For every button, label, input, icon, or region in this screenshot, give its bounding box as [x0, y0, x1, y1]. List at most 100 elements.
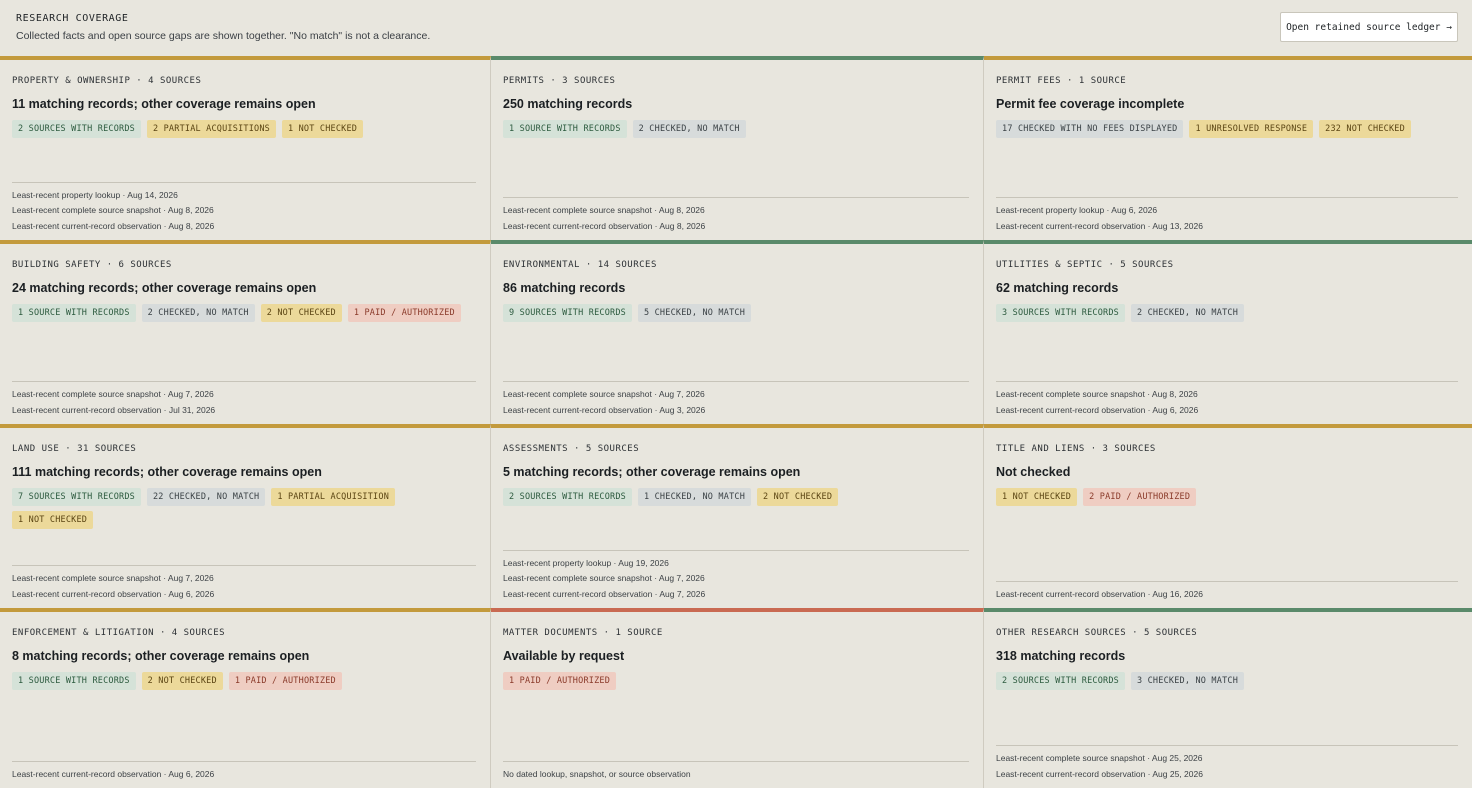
status-chip: 1 CHECKED, NO MATCH — [637, 488, 752, 506]
freshness-line: Least-recent complete source snapshot · … — [503, 389, 705, 399]
card-heading: UTILITIES & SEPTIC · 5 SOURCES — [996, 260, 1174, 270]
coverage-card-land-use[interactable]: LAND USE · 31 SOURCES 111 matching record… — [0, 424, 491, 608]
card-title: 86 matching records — [503, 281, 626, 295]
card-title: Not checked — [996, 465, 1071, 479]
card-heading: ENVIRONMENTAL · 14 SOURCES — [503, 260, 657, 270]
freshness-line: Least-recent current-record observation … — [996, 404, 1199, 415]
freshness-line: Least-recent current-record observation … — [996, 768, 1203, 779]
card-heading: TITLE AND LIENS · 3 SOURCES — [996, 444, 1156, 454]
status-chip: 17 CHECKED WITH NO FEES DISPLAYED — [996, 120, 1184, 138]
coverage-card-environmental[interactable]: ENVIRONMENTAL · 14 SOURCES 86 matching re… — [491, 240, 984, 424]
coverage-card-permits[interactable]: PERMITS · 3 SOURCES 250 matching records 1… — [491, 56, 984, 240]
freshness-line: Least-recent current-record observation … — [12, 404, 216, 415]
card-title: 318 matching records — [996, 649, 1126, 663]
freshness-line: Least-recent complete source snapshot · … — [12, 573, 214, 583]
freshness-line: Least-recent current-record observation … — [12, 220, 215, 231]
status-chip-list: 7 SOURCES WITH RECORDS 22 CHECKED, NO MAT… — [12, 488, 476, 529]
status-chip: 1 SOURCE WITH RECORDS — [12, 304, 136, 322]
card-title: 11 matching records; other coverage rema… — [12, 97, 316, 111]
freshness-line: Least-recent current-record observation … — [996, 220, 1203, 231]
status-chip-list: 1 SOURCE WITH RECORDS 2 CHECKED, NO MATCH… — [12, 304, 476, 322]
card-footer: Least-recent complete source snapshot · … — [12, 381, 476, 418]
card-heading: ASSESSMENTS · 5 SOURCES — [503, 444, 640, 454]
status-chip: 2 NOT CHECKED — [757, 488, 839, 506]
coverage-card-utilities-and-septic[interactable]: UTILITIES & SEPTIC · 5 SOURCES 62 matchin… — [984, 240, 1472, 424]
status-chip: 3 SOURCES WITH RECORDS — [996, 304, 1125, 322]
card-footer: Least-recent complete source snapshot · … — [996, 745, 1458, 782]
status-chip-list: 1 SOURCE WITH RECORDS 2 CHECKED, NO MATCH — [503, 120, 969, 138]
card-footer: No dated lookup, snapshot, or source obs… — [503, 760, 969, 783]
status-chip: 1 PAID / AUTHORIZED — [347, 304, 461, 322]
status-chip: 232 NOT CHECKED — [1319, 120, 1411, 138]
freshness-line: Least-recent current-record observation … — [12, 768, 215, 779]
card-heading: OTHER RESEARCH SOURCES · 5 SOURCES — [996, 628, 1198, 638]
open-source-ledger-button[interactable]: Open retained source ledger → — [1280, 12, 1458, 42]
status-chip-list: 9 SOURCES WITH RECORDS 5 CHECKED, NO MATC… — [503, 304, 969, 322]
status-chip: 1 NOT CHECKED — [281, 120, 364, 138]
coverage-card-permit-fees[interactable]: PERMIT FEES · 1 SOURCE Permit fee coverag… — [984, 56, 1472, 240]
card-title: 62 matching records — [996, 281, 1119, 295]
card-footer: Least-recent complete source snapshot · … — [996, 381, 1458, 418]
freshness-line: No dated lookup, snapshot, or source obs… — [503, 768, 691, 779]
card-heading: PROPERTY & OWNERSHIP · 4 SOURCES — [12, 76, 202, 86]
status-chip: 1 SOURCE WITH RECORDS — [503, 120, 627, 138]
coverage-card-assessments[interactable]: ASSESSMENTS · 5 SOURCES 5 matching record… — [491, 424, 984, 608]
status-chip: 1 PARTIAL ACQUISITION — [271, 488, 396, 506]
page-title: RESEARCH COVERAGE — [16, 13, 129, 24]
status-chip: 2 NOT CHECKED — [141, 672, 223, 690]
coverage-card-other-research-sources[interactable]: OTHER RESEARCH SOURCES · 5 SOURCES 318 ma… — [984, 608, 1472, 788]
coverage-card-title-and-liens[interactable]: TITLE AND LIENS · 3 SOURCES Not checked 1 … — [984, 424, 1472, 608]
freshness-line: Least-recent property lookup · Aug 6, 20… — [996, 205, 1158, 215]
status-chip: 2 CHECKED, NO MATCH — [1130, 304, 1245, 322]
card-title: 5 matching records; other coverage remai… — [503, 465, 801, 479]
card-footer: Least-recent complete source snapshot · … — [503, 381, 969, 418]
status-chip: 1 NOT CHECKED — [996, 488, 1078, 506]
freshness-line: Least-recent complete source snapshot · … — [996, 753, 1203, 763]
card-footer: Least-recent property lookup · Aug 14, 2… — [12, 181, 476, 235]
status-chip: 1 UNRESOLVED RESPONSE — [1189, 120, 1314, 138]
status-chip-list: 1 SOURCE WITH RECORDS 2 NOT CHECKED 1 PAID… — [12, 672, 476, 690]
status-chip: 2 NOT CHECKED — [260, 304, 342, 322]
card-heading: BUILDING SAFETY · 6 SOURCES — [12, 260, 172, 270]
card-title: Available by request — [503, 649, 625, 663]
card-title: Permit fee coverage incomplete — [996, 97, 1185, 111]
status-chip: 2 PARTIAL ACQUISITIONS — [146, 120, 276, 138]
status-chip-list: 17 CHECKED WITH NO FEES DISPLAYED 1 UNRES… — [996, 120, 1458, 138]
freshness-line: Least-recent complete source snapshot · … — [503, 205, 705, 215]
card-heading: LAND USE · 31 SOURCES — [12, 444, 137, 454]
coverage-card-enforcement-and-litigation[interactable]: ENFORCEMENT & LITIGATION · 4 SOURCES 8 ma… — [0, 608, 491, 788]
status-chip: 2 SOURCES WITH RECORDS — [503, 488, 632, 506]
freshness-line: Least-recent property lookup · Aug 19, 2… — [503, 557, 669, 568]
status-chip: 2 CHECKED, NO MATCH — [632, 120, 746, 138]
status-chip: 3 CHECKED, NO MATCH — [1130, 672, 1245, 690]
freshness-line: Least-recent complete source snapshot · … — [503, 573, 705, 583]
coverage-card-building-safety[interactable]: BUILDING SAFETY · 6 SOURCES 24 matching r… — [0, 240, 491, 424]
coverage-card-matter-documents[interactable]: MATTER DOCUMENTS · 1 SOURCE Available by … — [491, 608, 984, 788]
status-chip: 2 PAID / AUTHORIZED — [1083, 488, 1197, 506]
status-chip-list: 2 SOURCES WITH RECORDS 2 PARTIAL ACQUISIT… — [12, 120, 476, 138]
status-chip: 1 PAID / AUTHORIZED — [228, 672, 342, 690]
freshness-line: Least-recent property lookup · Aug 14, 2… — [12, 189, 178, 200]
card-footer: Least-recent property lookup · Aug 19, 2… — [503, 549, 969, 603]
card-heading: MATTER DOCUMENTS · 1 SOURCE — [503, 628, 663, 638]
status-chip: 1 PAID / AUTHORIZED — [503, 672, 617, 690]
freshness-line: Least-recent current-record observation … — [996, 588, 1203, 599]
coverage-grid: PROPERTY & OWNERSHIP · 4 SOURCES 11 match… — [0, 56, 1472, 788]
card-title: 24 matching records; other coverage rema… — [12, 281, 317, 295]
status-chip: 2 SOURCES WITH RECORDS — [996, 672, 1125, 690]
coverage-card-property-and-ownership[interactable]: PROPERTY & OWNERSHIP · 4 SOURCES 11 match… — [0, 56, 491, 240]
card-footer: Least-recent current-record observation … — [996, 580, 1458, 603]
card-heading: PERMIT FEES · 1 SOURCE — [996, 76, 1127, 86]
card-footer: Least-recent property lookup · Aug 6, 20… — [996, 197, 1458, 234]
card-footer: Least-recent complete source snapshot · … — [503, 197, 969, 234]
card-title: 8 matching records; other coverage remai… — [12, 649, 310, 663]
status-chip: 1 NOT CHECKED — [12, 511, 94, 529]
status-chip-list: 1 NOT CHECKED 2 PAID / AUTHORIZED — [996, 488, 1458, 506]
status-chip: 1 SOURCE WITH RECORDS — [12, 672, 136, 690]
status-chip-list: 1 PAID / AUTHORIZED — [503, 672, 969, 690]
card-footer: Least-recent current-record observation … — [12, 760, 476, 783]
coverage-header: RESEARCH COVERAGE Collected facts and op… — [0, 0, 1472, 56]
status-chip-list: 3 SOURCES WITH RECORDS 2 CHECKED, NO MATC… — [996, 304, 1458, 322]
freshness-line: Least-recent current-record observation … — [503, 588, 706, 599]
status-chip-list: 2 SOURCES WITH RECORDS 3 CHECKED, NO MATC… — [996, 672, 1458, 690]
